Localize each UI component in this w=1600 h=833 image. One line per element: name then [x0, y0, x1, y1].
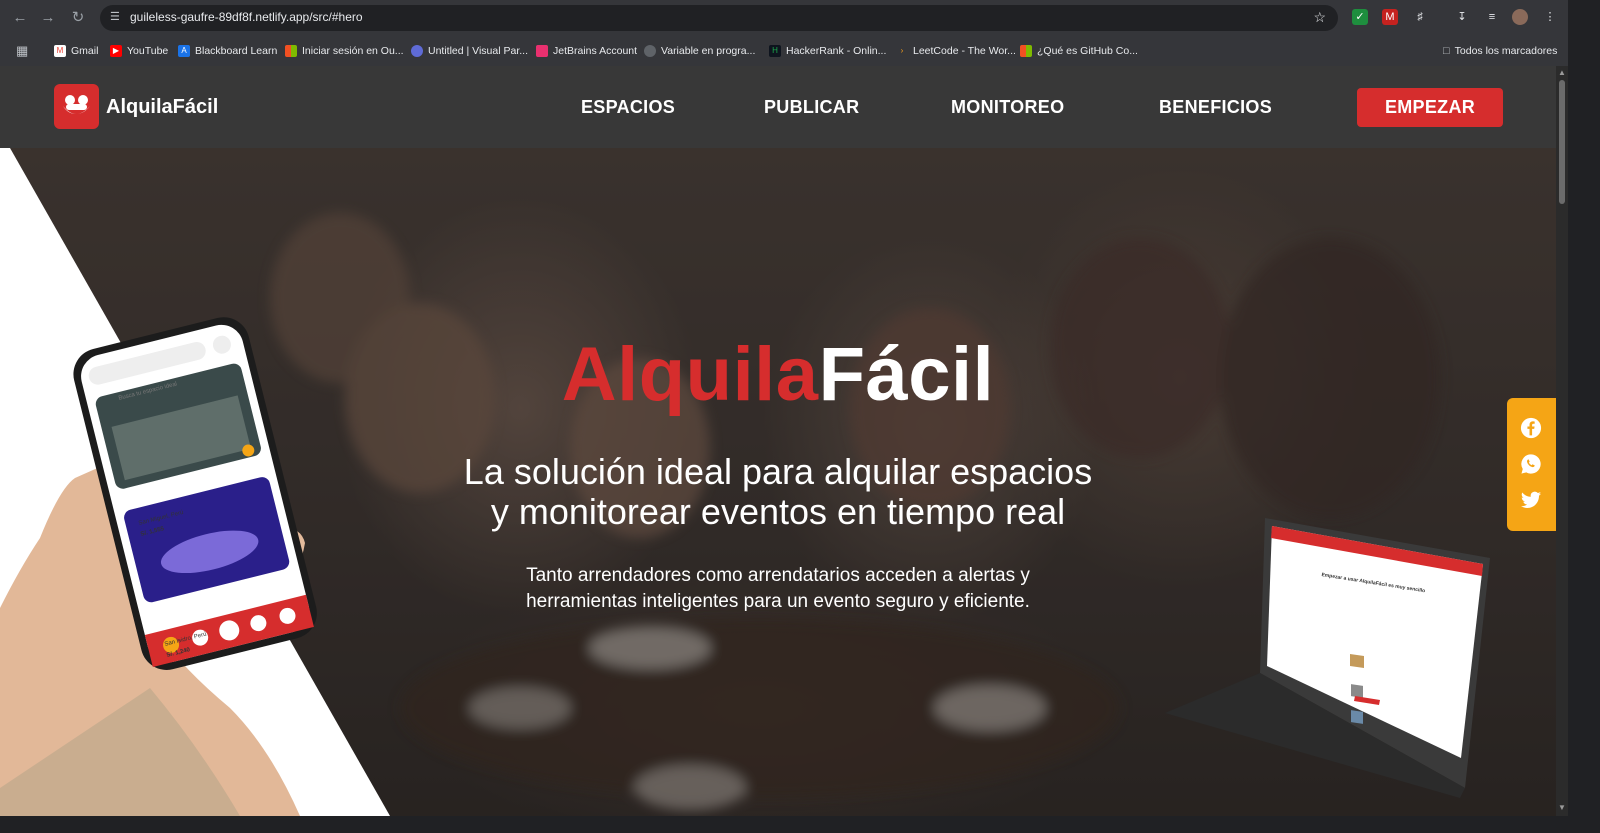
download-icon[interactable]: ↧ — [1454, 9, 1470, 25]
back-icon[interactable]: ← — [10, 8, 30, 28]
hero-brand-title: AlquilaFácil — [0, 331, 1556, 418]
forward-icon[interactable]: → — [38, 8, 58, 28]
microsoft-icon — [1020, 45, 1032, 57]
bookmark-outlook[interactable]: Iniciar sesión en Ou... — [285, 43, 404, 59]
hero-section: Busca tu espacio ideal San Miguel, Perú … — [0, 148, 1556, 816]
bookmarks-bar: ▦ M Gmail ▶ YouTube A Blackboard Learn Inic… — [0, 36, 1568, 67]
shield-extension-icon[interactable]: ✓ — [1352, 9, 1368, 25]
logo-icon[interactable] — [54, 84, 99, 129]
bookmark-youtube[interactable]: ▶ YouTube — [110, 43, 168, 59]
address-url[interactable]: guileless-gaufre-89df8f.netlify.app/src/… — [130, 10, 363, 24]
jetbrains-icon — [536, 45, 548, 57]
reload-icon[interactable]: ↻ — [68, 8, 88, 28]
hero-description: Tanto arrendadores como arrendatarios ac… — [526, 565, 1030, 612]
youtube-icon: ▶ — [110, 45, 122, 57]
bookmark-leetcode[interactable]: › LeetCode - The Wor... — [896, 43, 1016, 59]
extension-icon[interactable]: M — [1382, 9, 1398, 25]
bookmark-jetbrains[interactable]: JetBrains Account — [536, 43, 637, 59]
empezar-button[interactable]: EMPEZAR — [1357, 88, 1503, 127]
site-header: AlquilaFácil ESPACIOS PUBLICAR MONITOREO… — [0, 66, 1556, 148]
hero-title-facil: Fácil — [818, 332, 995, 417]
hero-subtitle: La solución ideal para alquilar espacios… — [463, 451, 1093, 532]
nav-espacios[interactable]: ESPACIOS — [581, 97, 675, 118]
bookmark-visual-paradigm[interactable]: Untitled | Visual Par... — [411, 43, 528, 59]
gmail-icon: M — [54, 45, 66, 57]
folder-icon: □ — [1443, 45, 1450, 57]
hero-title-alquila: Alquila — [561, 332, 819, 417]
nav-monitoreo[interactable]: MONITOREO — [951, 97, 1064, 118]
globe-icon — [644, 45, 656, 57]
address-bar[interactable]: ☰ guileless-gaufre-89df8f.netlify.app/sr… — [100, 5, 1338, 31]
logo-text[interactable]: AlquilaFácil — [106, 96, 218, 119]
bookmark-star-icon[interactable]: ☆ — [1313, 9, 1326, 26]
bookmark-github-copilot[interactable]: ¿Qué es GitHub Co... — [1020, 43, 1138, 59]
all-bookmarks[interactable]: □ Todos los marcadores — [1443, 43, 1557, 59]
leetcode-icon: › — [900, 46, 904, 55]
visual-paradigm-icon — [411, 45, 423, 57]
whatsapp-icon[interactable] — [1520, 453, 1542, 475]
microsoft-icon — [285, 45, 297, 57]
bookmark-hackerrank[interactable]: H HackerRank - Onlin... — [769, 43, 886, 59]
profile-avatar[interactable] — [1512, 9, 1528, 25]
facebook-icon[interactable] — [1520, 417, 1542, 439]
menu-kebab-icon[interactable]: ⋮ — [1542, 9, 1558, 25]
page-scrollbar[interactable]: ▲ ▼ — [1556, 66, 1568, 816]
scroll-up-icon[interactable]: ▲ — [1558, 69, 1566, 77]
laptop-mockup-image — [1165, 518, 1490, 798]
browser-chrome: ← → ↻ ☰ guileless-gaufre-89df8f.netlify.… — [0, 0, 1568, 67]
puzzle-extensions-icon[interactable]: ♯ — [1412, 9, 1428, 25]
hackerrank-icon: H — [769, 45, 781, 57]
nav-beneficios[interactable]: BENEFICIOS — [1159, 97, 1272, 118]
bookmark-blackboard[interactable]: A Blackboard Learn — [178, 43, 277, 59]
bookmark-variable[interactable]: Variable en progra... — [644, 43, 755, 59]
blackboard-icon: A — [178, 45, 190, 57]
website-viewport: AlquilaFácil ESPACIOS PUBLICAR MONITOREO… — [0, 66, 1556, 816]
browser-toolbar: ← → ↻ ☰ guileless-gaufre-89df8f.netlify.… — [0, 0, 1568, 36]
social-share-bar — [1507, 398, 1556, 531]
twitter-icon[interactable] — [1520, 489, 1542, 511]
apps-grid-icon[interactable]: ▦ — [16, 43, 28, 59]
bookmark-gmail[interactable]: M Gmail — [54, 43, 98, 59]
site-info-icon[interactable]: ☰ — [110, 11, 122, 23]
scrollbar-thumb[interactable] — [1559, 80, 1565, 204]
scroll-down-icon[interactable]: ▼ — [1558, 804, 1566, 812]
reading-list-icon[interactable]: ≡ — [1484, 9, 1500, 25]
nav-publicar[interactable]: PUBLICAR — [764, 97, 859, 118]
